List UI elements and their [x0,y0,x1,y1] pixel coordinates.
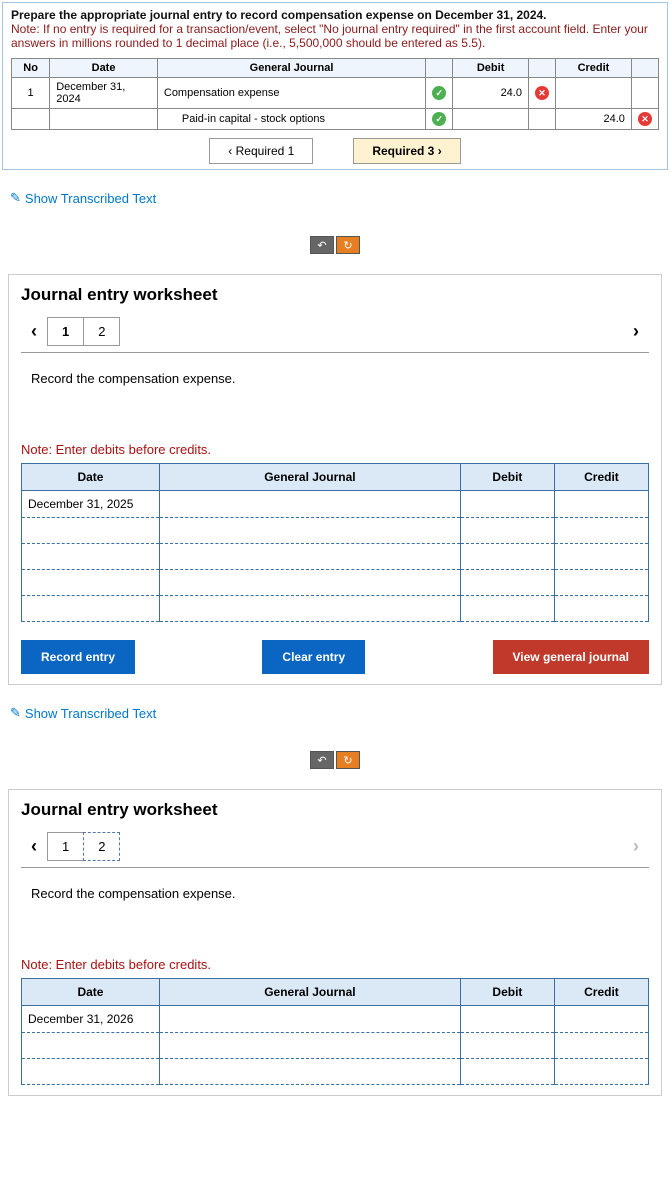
tab-2[interactable]: 2 [84,317,120,346]
note-text: Note: Enter debits before credits. [21,442,649,457]
transcribe-icon: ✎ [10,705,21,721]
worksheet-title: Journal entry worksheet [21,800,649,820]
tab-1[interactable]: 1 [47,832,84,861]
instruction-panel: Record the compensation expense. [21,867,649,941]
show-transcribed-link[interactable]: ✎ Show Transcribed Text [10,190,660,206]
col-debit: Debit [453,59,529,78]
col-credit: Credit [554,979,648,1006]
check-icon: ✓ [432,112,446,126]
undo-button[interactable]: ↶ [310,236,334,254]
transcribe-icon: ✎ [10,190,21,206]
journal-entry-table: Date General Journal Debit Credit Decemb… [21,463,649,622]
col-gj: General Journal [159,979,460,1006]
clear-entry-button[interactable]: Clear entry [262,640,365,674]
table-row: 1 December 31, 2024 Compensation expense… [12,78,659,109]
journal-entry-table: Date General Journal Debit Credit Decemb… [21,978,649,1085]
col-date: Date [50,59,158,78]
mini-toolbar: ↶ ↻ [0,236,670,254]
note-text: Note: Enter debits before credits. [21,957,649,972]
record-entry-button[interactable]: Record entry [21,640,135,674]
instruction-note: Note: If no entry is required for a tran… [11,22,659,50]
col-debit: Debit [460,979,554,1006]
x-icon: ✕ [535,86,549,100]
mini-toolbar: ↶ ↻ [0,751,670,769]
show-transcribed-link[interactable]: ✎ Show Transcribed Text [10,705,660,721]
required-1-button[interactable]: ‹ Required 1 [209,138,313,164]
instruction-box: Prepare the appropriate journal entry to… [2,2,668,170]
x-icon: ✕ [638,112,652,126]
instruction-title: Prepare the appropriate journal entry to… [11,8,659,22]
col-credit: Credit [554,464,648,491]
redo-button[interactable]: ↻ [336,751,360,769]
col-gj: General Journal [159,464,460,491]
col-gj: General Journal [157,59,425,78]
check-icon: ✓ [432,86,446,100]
col-debit: Debit [460,464,554,491]
chevron-right-icon[interactable]: › [623,321,649,342]
redo-button[interactable]: ↻ [336,236,360,254]
col-credit: Credit [555,59,631,78]
answer-table: No Date General Journal Debit Credit 1 D… [11,58,659,130]
chevron-left-icon[interactable]: ‹ [21,836,47,857]
tab-1[interactable]: 1 [47,317,84,346]
journal-worksheet-2: Journal entry worksheet ‹ 1 2 › Record t… [8,789,662,1096]
required-3-button[interactable]: Required 3 › [353,138,460,164]
col-date: Date [22,979,160,1006]
chevron-right-icon[interactable]: › [623,836,649,857]
tab-2[interactable]: 2 [83,832,120,861]
col-no: No [12,59,50,78]
journal-worksheet-1: Journal entry worksheet ‹ 1 2 › Record t… [8,274,662,685]
view-journal-button[interactable]: View general journal [493,640,649,674]
nav-buttons: ‹ Required 1 Required 3 › [11,138,659,164]
undo-button[interactable]: ↶ [310,751,334,769]
chevron-left-icon[interactable]: ‹ [21,321,47,342]
instruction-panel: Record the compensation expense. [21,352,649,426]
worksheet-title: Journal entry worksheet [21,285,649,305]
table-row: Paid-in capital - stock options ✓ 24.0 ✕ [12,109,659,130]
col-date: Date [22,464,160,491]
